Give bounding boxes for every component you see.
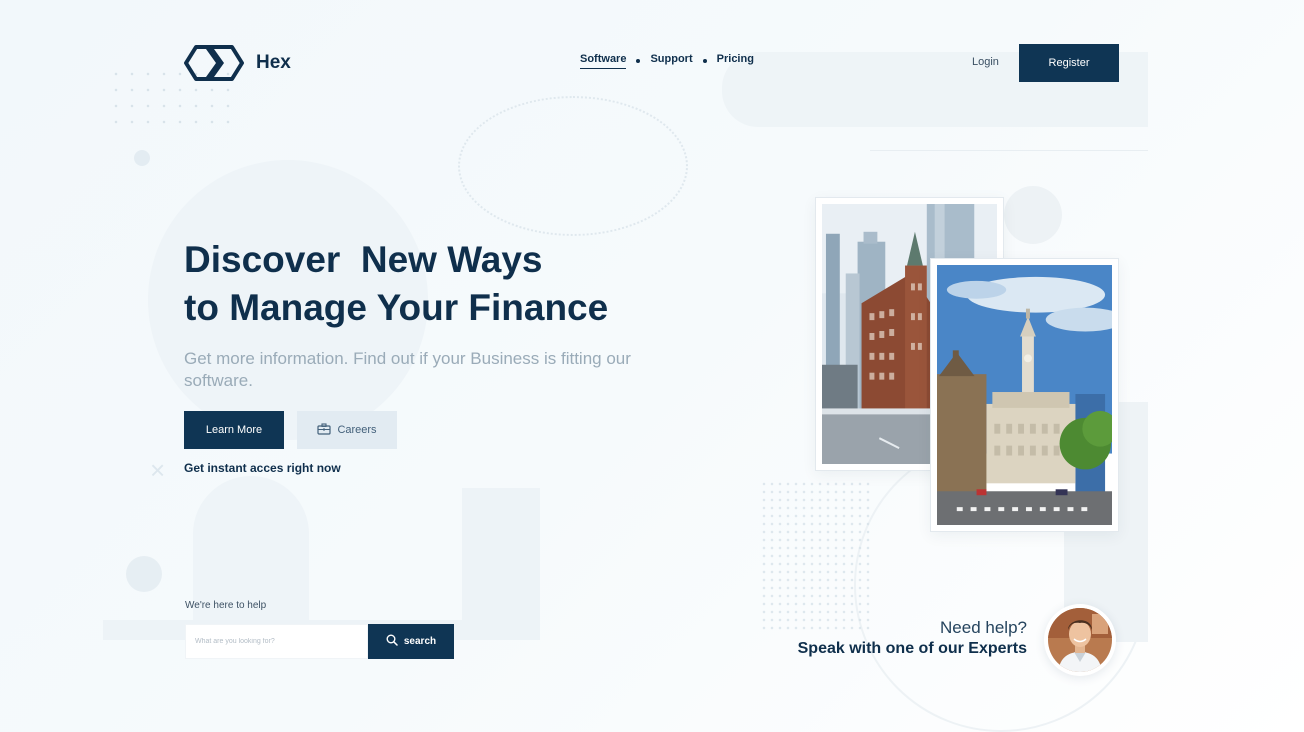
background-dot [134, 150, 150, 166]
main-nav: Software Support Pricing [580, 53, 754, 69]
background-dot [1004, 186, 1062, 244]
expert-avatar[interactable] [1044, 604, 1116, 676]
login-link[interactable]: Login [972, 56, 999, 68]
background-cross-icon: × [150, 455, 166, 485]
background-rect [462, 488, 540, 640]
background-line [870, 150, 1148, 151]
search-button[interactable]: search [368, 624, 454, 659]
briefcase-icon [317, 422, 332, 438]
careers-button[interactable]: Careers [297, 411, 397, 449]
nav-separator [636, 59, 641, 63]
hero-headline: Discover New Ways to Manage Your Finance [184, 239, 609, 328]
nav-separator [702, 59, 707, 63]
background-dotted-arc [458, 96, 688, 236]
search-input[interactable] [185, 624, 368, 659]
nav-item-support[interactable]: Support [650, 53, 692, 69]
city-photo-city-hall [930, 258, 1119, 532]
nav-item-software[interactable]: Software [580, 53, 627, 69]
careers-label: Careers [337, 424, 377, 436]
search-button-label: search [403, 636, 437, 647]
help-label: We're here to help [185, 600, 267, 611]
learn-more-button[interactable]: Learn More [184, 411, 284, 449]
hero-subtitle: Get more information. Find out if your B… [184, 349, 631, 390]
register-button[interactable]: Register [1019, 44, 1119, 82]
need-help-text: Need help? [940, 618, 1027, 637]
hex-logo-icon[interactable] [184, 45, 244, 81]
nav-item-pricing[interactable]: Pricing [717, 53, 754, 69]
speak-with-expert-link[interactable]: Speak with one of our Experts [760, 640, 1027, 658]
brand-name[interactable]: Hex [256, 52, 291, 74]
instant-access-text[interactable]: Get instant acces right now [184, 461, 341, 475]
background-dot-grid [760, 480, 870, 630]
search-icon [386, 634, 398, 649]
background-dot [126, 556, 162, 592]
